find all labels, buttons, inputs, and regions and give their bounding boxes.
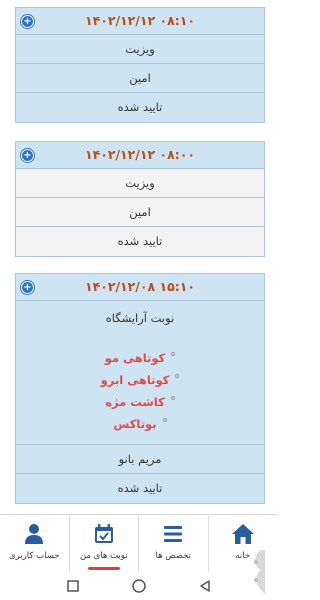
service-label: کاشت مژه	[105, 395, 165, 409]
bullet-icon	[175, 373, 180, 378]
service-item: کوتاهی مو	[16, 347, 264, 369]
appointment-datetime: ۰۸:۰۰ ۱۴۰۲/۱۲/۱۲	[84, 147, 196, 162]
appointment-datetime: ۰۸:۱۰ ۱۴۰۲/۱۲/۱۲	[84, 13, 196, 28]
nav-label: حساب کاربری	[8, 551, 60, 561]
salon-details: نوبت آرایشگاه کوتاهی مو کوتاهی ابرو کاشت…	[16, 301, 264, 445]
appointment-type: ویزیت	[16, 169, 264, 198]
system-navigation-bar	[0, 572, 277, 600]
expand-plus-icon[interactable]: +	[21, 15, 34, 28]
salon-appointment-card: ۱۵:۱۰ ۱۴۰۲/۱۲/۰۸ + نوبت آرایشگاه کوتاهی …	[15, 273, 265, 504]
nav-account[interactable]: حساب کاربری	[0, 515, 70, 572]
appointment-provider: امین	[16, 64, 264, 93]
appointment-type: ویزیت	[16, 35, 264, 64]
nav-specialties[interactable]: تخصص ها	[139, 515, 209, 572]
appointment-card-header: ۱۵:۱۰ ۱۴۰۲/۱۲/۰۸ +	[16, 274, 264, 301]
salon-title: نوبت آرایشگاه	[105, 311, 175, 325]
appointment-card-header: ۰۸:۰۰ ۱۴۰۲/۱۲/۱۲ +	[16, 142, 264, 169]
expand-plus-icon[interactable]: +	[21, 281, 34, 294]
appointment-card-2: ۰۸:۰۰ ۱۴۰۲/۱۲/۱۲ + ویزیت امین تایید شده	[15, 141, 265, 257]
appointment-status: تایید شده	[16, 474, 264, 503]
store-watermark-logo	[254, 550, 265, 594]
appointment-provider: امین	[16, 198, 264, 227]
nav-label: نوبت های من	[79, 551, 128, 561]
service-label: کوتاهی مو	[104, 351, 166, 365]
home-circle-icon[interactable]	[131, 578, 147, 594]
back-triangle-icon[interactable]	[198, 579, 212, 593]
calendar-check-icon	[94, 524, 113, 543]
service-label: بوتاکس	[113, 417, 157, 431]
nav-label: تخصص ها	[155, 551, 191, 561]
appointment-staff: مریم بانو	[16, 445, 264, 474]
bullet-icon	[170, 395, 175, 400]
bottom-navigation: حساب کاربری نوبت های من تخصص ها خانه	[0, 514, 277, 572]
service-item: بوتاکس	[16, 413, 264, 435]
appointment-card-1: ۰۸:۱۰ ۱۴۰۲/۱۲/۱۲ + ویزیت امین تایید شده	[15, 7, 265, 123]
user-icon	[25, 524, 44, 544]
service-item: کوتاهی ابرو	[16, 369, 264, 391]
bullet-icon	[171, 351, 176, 356]
service-label: کوتاهی ابرو	[100, 373, 170, 387]
appointment-datetime: ۱۵:۱۰ ۱۴۰۲/۱۲/۰۸	[84, 279, 196, 294]
service-list: کوتاهی مو کوتاهی ابرو کاشت مژه بوتاکس	[16, 347, 264, 435]
active-tab-indicator	[87, 567, 120, 570]
home-icon	[231, 524, 254, 544]
recent-apps-icon[interactable]	[66, 579, 80, 593]
nav-my-appointments[interactable]: نوبت های من	[70, 515, 139, 572]
appointment-status: تایید شده	[16, 93, 264, 122]
bullet-icon	[162, 417, 167, 422]
menu-lines-icon	[164, 526, 183, 542]
appointment-status: تایید شده	[117, 234, 163, 248]
appointment-card-header: ۰۸:۱۰ ۱۴۰۲/۱۲/۱۲ +	[16, 8, 264, 35]
service-item: کاشت مژه	[16, 391, 264, 413]
expand-plus-icon[interactable]: +	[21, 149, 34, 162]
